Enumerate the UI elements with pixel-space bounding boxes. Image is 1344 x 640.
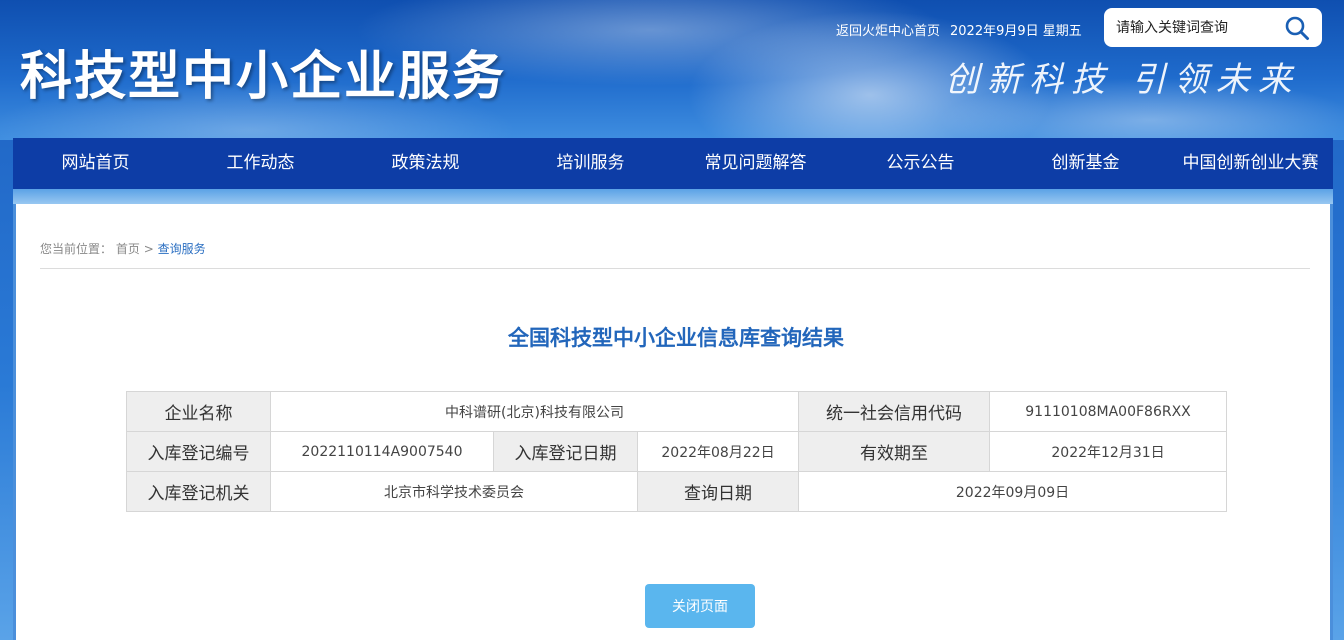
breadcrumb-separator: > — [143, 242, 154, 256]
credit-code-label: 统一社会信用代码 — [798, 391, 991, 432]
nav-item-policy[interactable]: 政策法规 — [343, 138, 508, 189]
company-name-value: 中科谱研(北京)科技有限公司 — [269, 391, 800, 432]
nav-item-news[interactable]: 工作动态 — [178, 138, 343, 189]
table-row: 入库登记机关 北京市科学技术委员会 查询日期 2022年09月09日 — [126, 471, 1228, 512]
query-date-value: 2022年09月09日 — [798, 471, 1228, 512]
nav-item-competition[interactable]: 中国创新创业大赛 — [1168, 138, 1333, 189]
reg-number-value: 2022110114A9007540 — [270, 431, 494, 472]
search-box — [1104, 8, 1322, 47]
credit-code-value: 91110108MA00F86RXX — [989, 391, 1228, 432]
nav-item-faq[interactable]: 常见问题解答 — [673, 138, 838, 189]
home-link[interactable]: 返回火炬中心首页 — [836, 24, 940, 39]
result-table: 企业名称 中科谱研(北京)科技有限公司 统一社会信用代码 91110108MA0… — [126, 391, 1228, 512]
content-panel: 您当前位置： 首页 > 查询服务 全国科技型中小企业信息库查询结果 企业名称 中… — [13, 204, 1333, 640]
reg-date-label: 入库登记日期 — [493, 431, 638, 472]
nav-item-training[interactable]: 培训服务 — [508, 138, 673, 189]
reg-authority-label: 入库登记机关 — [126, 471, 271, 512]
main-nav: 网站首页 工作动态 政策法规 培训服务 常见问题解答 公示公告 创新基金 中国创… — [13, 138, 1333, 189]
reg-number-label: 入库登记编号 — [126, 431, 271, 472]
nav-item-announcements[interactable]: 公示公告 — [838, 138, 1003, 189]
search-input[interactable] — [1116, 19, 1276, 36]
valid-until-value: 2022年12月31日 — [989, 431, 1228, 472]
current-date: 2022年9月9日 星期五 — [950, 24, 1082, 39]
breadcrumb-current[interactable]: 查询服务 — [158, 242, 206, 256]
table-row: 入库登记编号 2022110114A9007540 入库登记日期 2022年08… — [126, 431, 1228, 472]
reg-authority-value: 北京市科学技术委员会 — [270, 471, 638, 512]
nav-item-home[interactable]: 网站首页 — [13, 138, 178, 189]
search-icon[interactable] — [1284, 15, 1310, 41]
breadcrumb-prefix: 您当前位置： — [40, 242, 113, 256]
breadcrumb-home[interactable]: 首页 — [116, 242, 140, 256]
slogan: 创新科技 引领未来 — [945, 60, 1300, 100]
header-banner: 科技型中小企业服务 创新科技 引领未来 返回火炬中心首页 2022年9月9日 星期… — [0, 0, 1344, 140]
divider — [40, 268, 1310, 269]
top-links: 返回火炬中心首页 2022年9月9日 星期五 — [836, 20, 1082, 39]
valid-until-label: 有效期至 — [798, 431, 991, 472]
breadcrumb: 您当前位置： 首页 > 查询服务 — [40, 240, 206, 257]
query-date-label: 查询日期 — [636, 471, 800, 512]
nav-shadow-band — [13, 189, 1333, 205]
site-title: 科技型中小企业服务 — [20, 46, 507, 107]
company-name-label: 企业名称 — [126, 391, 271, 432]
reg-date-value: 2022年08月22日 — [636, 431, 800, 472]
close-page-button[interactable]: 关闭页面 — [645, 584, 755, 628]
nav-item-innovation-fund[interactable]: 创新基金 — [1003, 138, 1168, 189]
result-title: 全国科技型中小企业信息库查询结果 — [508, 326, 844, 350]
table-row: 企业名称 中科谱研(北京)科技有限公司 统一社会信用代码 91110108MA0… — [126, 391, 1228, 432]
